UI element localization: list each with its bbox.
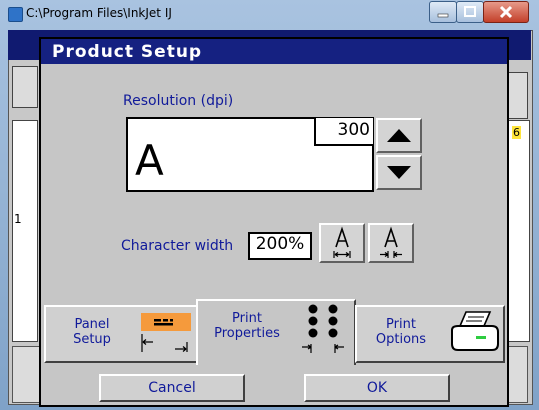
background-right-number: 6 [512, 126, 521, 139]
ok-button[interactable]: OK [304, 374, 450, 402]
close-button[interactable] [483, 1, 529, 23]
print-properties-dots-icon [302, 304, 344, 353]
tab-panel-setup-label-line1: Panel [74, 317, 110, 332]
background-right-list [506, 120, 530, 342]
char-width-decrease-icon [380, 226, 402, 258]
character-width-decrease-button[interactable] [368, 223, 414, 263]
window-title: C:\Program Files\InkJet IJ [26, 6, 172, 20]
char-width-increase-icon [333, 226, 351, 258]
character-width-value: 200% [255, 234, 305, 254]
close-icon [499, 5, 513, 19]
character-width-label: Character width [121, 238, 234, 254]
background-left-panel [12, 66, 38, 108]
background-right-panel [506, 72, 528, 119]
resolution-increase-button[interactable] [376, 118, 422, 153]
dialog-title: Product Setup [52, 42, 203, 62]
resolution-label: Resolution (dpi) [123, 93, 234, 109]
minimize-icon [437, 13, 449, 18]
character-width-increase-button[interactable] [319, 223, 365, 263]
panel-setup-icon [141, 313, 191, 331]
panel-setup-icon-glyph [154, 319, 173, 326]
tab-print-options-label-line2: Options [375, 332, 427, 347]
tab-panel-setup-label: Panel Setup [62, 317, 122, 347]
printer-icon [451, 311, 499, 351]
triangle-up-icon [387, 129, 411, 142]
background-left-list [12, 120, 38, 342]
tab-print-options-label-line1: Print [386, 317, 416, 332]
triangle-down-icon [387, 166, 411, 179]
resolution-value: 300 [337, 120, 370, 140]
cancel-button[interactable]: Cancel [99, 374, 245, 402]
tab-print-options-label: Print Options [366, 317, 436, 347]
tab-print-properties-label: Print Properties [206, 311, 288, 341]
maximize-icon [464, 6, 476, 17]
minimize-button[interactable] [429, 1, 457, 23]
background-left-number: 1 [14, 212, 22, 226]
resolution-decrease-button[interactable] [376, 155, 422, 190]
tab-print-properties-label-line1: Print [232, 311, 262, 326]
app-icon[interactable] [8, 7, 23, 22]
maximize-button[interactable] [456, 1, 484, 23]
tab-print-properties-label-line2: Properties [214, 326, 280, 341]
tab-panel-setup-label-line2: Setup [73, 332, 111, 347]
resolution-preview-glyph: A [135, 136, 164, 185]
panel-setup-arrows-icon [141, 334, 188, 352]
